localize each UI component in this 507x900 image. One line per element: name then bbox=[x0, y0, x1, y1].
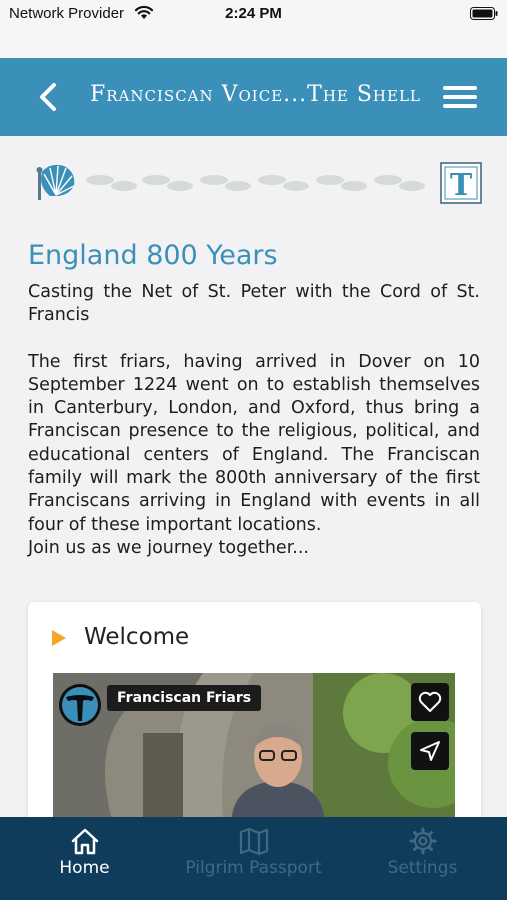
scallop-shell-icon bbox=[36, 164, 75, 200]
pilgrim-progress-strip: T bbox=[36, 162, 482, 204]
map-icon bbox=[239, 827, 269, 856]
tab-label: Home bbox=[59, 858, 110, 878]
status-bar: Network Provider 2:24 PM bbox=[0, 0, 507, 28]
home-icon bbox=[71, 828, 99, 855]
article: England 800 Years Casting the Net of St.… bbox=[28, 240, 480, 560]
chevron-left-icon[interactable] bbox=[34, 80, 64, 114]
clock: 2:24 PM bbox=[225, 5, 282, 22]
hamburger-menu-icon[interactable] bbox=[443, 82, 477, 112]
play-triangle-icon bbox=[52, 630, 66, 646]
article-subtitle: Casting the Net of St. Peter with the Co… bbox=[28, 282, 480, 326]
tab-bar: Home Pilgrim Passport Settings bbox=[0, 817, 507, 900]
tab-settings[interactable]: Settings bbox=[338, 817, 507, 900]
video-channel-name[interactable]: Franciscan Friars bbox=[107, 685, 262, 711]
card-title: Welcome bbox=[84, 624, 190, 650]
send-icon[interactable] bbox=[411, 732, 449, 770]
tau-logo-icon bbox=[59, 684, 101, 726]
tab-label: Settings bbox=[387, 858, 458, 878]
status-gap bbox=[0, 28, 507, 58]
footprints-icon bbox=[86, 175, 425, 191]
tab-label: Pilgrim Passport bbox=[185, 858, 322, 878]
tab-home[interactable]: Home bbox=[0, 817, 169, 900]
page-title: England 800 Years bbox=[28, 240, 278, 271]
nav-bar: Franciscan Voice...The Shell bbox=[0, 58, 507, 136]
svg-text:T: T bbox=[450, 168, 473, 203]
nav-title: Franciscan Voice...The Shell bbox=[90, 82, 421, 107]
tab-pilgrim-passport[interactable]: Pilgrim Passport bbox=[169, 817, 338, 900]
tau-cross-icon: T bbox=[440, 162, 482, 204]
heart-icon[interactable] bbox=[411, 683, 449, 721]
battery-icon bbox=[470, 7, 498, 20]
article-body: The first friars, having arrived in Dove… bbox=[28, 351, 480, 535]
video-player[interactable]: Franciscan Friars bbox=[53, 673, 455, 823]
article-closing: Join us as we journey together... bbox=[28, 537, 309, 558]
gear-icon bbox=[409, 827, 437, 855]
